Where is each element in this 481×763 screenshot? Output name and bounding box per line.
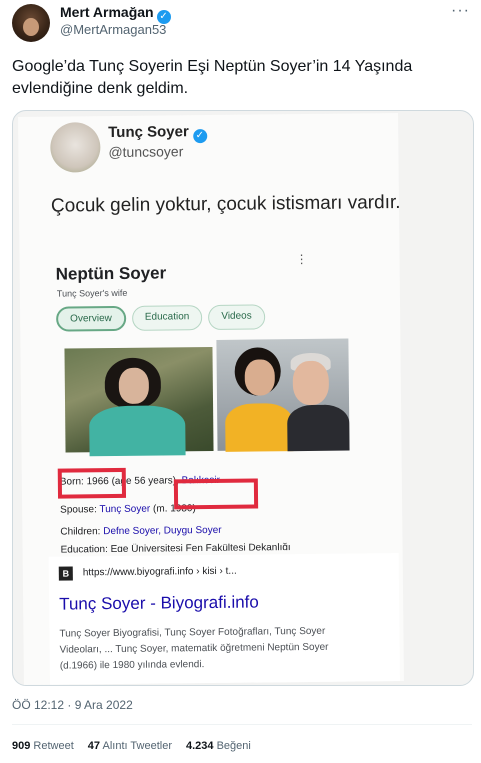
author-name-text[interactable]: Mert Armağan <box>60 4 154 20</box>
embedded-author-handle: @tuncsoyer <box>108 143 184 161</box>
knowledge-panel-menu-icon: ⋮ <box>295 251 308 267</box>
photo-couple-woman-coat <box>225 403 294 452</box>
tweet-text: Google’da Tunç Soyerin Eşi Neptün Soyer’… <box>12 58 413 97</box>
divider <box>12 724 472 725</box>
tweet-header: Mert Armağan ✓ @MertArmagan53 ··· <box>12 2 472 46</box>
search-result-card: B https://www.biyografi.info › kisi › t.… <box>48 553 400 685</box>
photo-woman-face <box>118 367 150 404</box>
knowledge-panel-title: Neptün Soyer <box>55 263 167 284</box>
tweet-stats: 909 Retweet 47 Alıntı Tweetler 4.234 Beğ… <box>12 740 251 752</box>
quotes-stat[interactable]: 47 Alıntı Tweetler <box>88 740 172 752</box>
chip-videos: Videos <box>208 304 265 331</box>
embedded-verified-icon: ✓ <box>192 129 207 144</box>
chip-education: Education <box>131 305 203 331</box>
fact-children-label: Children: <box>60 526 101 538</box>
fact-spouse-label: Spouse: <box>60 504 97 516</box>
retweets-label[interactable]: Retweet <box>33 740 73 752</box>
screenshot-photo: Tunç Soyer ✓ @tuncsoyer Çocuk gelin yoktu… <box>18 113 404 685</box>
fact-education-partial: Education: Ege Üniversitesi Fen Fakültes… <box>60 542 291 553</box>
photo-couple <box>216 338 350 452</box>
author-name[interactable]: Mert Armağan ✓ <box>60 4 171 24</box>
search-result-snippet: Tunç Soyer Biyografisi, Tunç Soyer Fotoğ… <box>59 625 329 672</box>
fact-children-value: Defne Soyer, Duygu Soyer <box>103 524 222 538</box>
quotes-count[interactable]: 47 <box>88 740 100 752</box>
photo-couple-man-face <box>292 360 330 406</box>
retweets-count[interactable]: 909 <box>12 740 30 752</box>
embedded-avatar <box>50 122 101 173</box>
highlight-box-born <box>57 467 127 499</box>
tweet-timestamp[interactable]: ÖÖ 12:12 · 9 Ara 2022 <box>12 698 133 712</box>
author-avatar[interactable] <box>12 4 50 42</box>
likes-stat[interactable]: 4.234 Beğeni <box>186 740 251 752</box>
author-handle[interactable]: @MertArmagan53 <box>60 22 166 37</box>
embedded-tweet-text: Çocuk gelin yoktur, çocuk istismarı vard… <box>50 192 401 217</box>
embedded-author-name-text: Tunç Soyer <box>108 123 189 142</box>
more-options-icon[interactable]: ··· <box>451 2 470 20</box>
photo-couple-woman-face <box>244 359 275 396</box>
knowledge-panel-subtitle: Tunç Soyer's wife <box>56 287 128 299</box>
photo-couple-man-suit <box>287 404 350 452</box>
search-result-url: https://www.biyografi.info › kisi › t... <box>82 565 237 579</box>
likes-count[interactable]: 4.234 <box>186 740 214 752</box>
quotes-label[interactable]: Alıntı Tweetler <box>102 740 172 752</box>
fact-spouse-value: Tunç Soyer <box>99 503 151 516</box>
photo-woman-coat <box>89 405 186 457</box>
embedded-author-name: Tunç Soyer ✓ <box>108 123 207 144</box>
likes-label[interactable]: Beğeni <box>217 740 251 752</box>
favicon-icon: B <box>58 566 73 581</box>
fact-children: Children: Defne Soyer, Duygu Soyer <box>60 525 221 538</box>
search-result-title: Tunç Soyer - Biyografi.info <box>59 592 259 614</box>
knowledge-panel-chips: Overview Education Videos <box>56 304 265 332</box>
retweets-stat[interactable]: 909 Retweet <box>12 740 74 752</box>
tweet-media-image[interactable]: Tunç Soyer ✓ @tuncsoyer Çocuk gelin yoktu… <box>12 110 474 686</box>
chip-overview: Overview <box>56 305 126 332</box>
highlight-box-marriage <box>173 478 259 510</box>
photo-woman <box>64 346 214 457</box>
